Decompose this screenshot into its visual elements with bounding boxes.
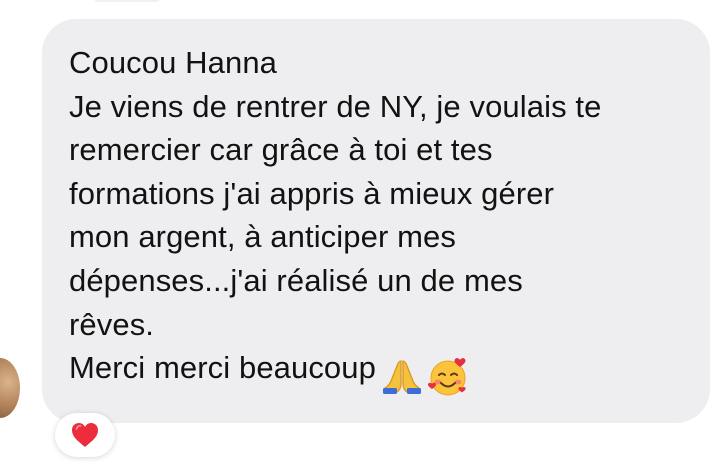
message-line: rêves. [69, 306, 155, 342]
emoji-group [382, 352, 470, 398]
message-line: dépenses...j'ai réalisé un de mes [69, 262, 523, 298]
previous-message-edge [92, 0, 162, 2]
reaction-badge[interactable] [55, 413, 115, 457]
avatar[interactable] [0, 358, 20, 418]
message-thread: Coucou Hanna Je viens de rentrer de NY, … [0, 0, 726, 474]
message-text: Coucou Hanna Je viens de rentrer de NY, … [69, 41, 680, 398]
message-closing: Merci merci beaucoup [69, 350, 376, 386]
message-line: remercier car grâce à toi et tes [69, 132, 493, 168]
message-greeting: Coucou Hanna [69, 45, 278, 80]
message-line: Je viens de rentrer de NY, je voulais te [69, 88, 602, 124]
red-heart-icon [72, 423, 98, 447]
smiling-face-with-hearts-icon [427, 358, 466, 396]
message-closing-line: Merci merci beaucoup [69, 346, 680, 398]
folded-hands-icon [382, 360, 421, 394]
message-line: mon argent, à anticiper mes [69, 219, 456, 255]
message-line: formations j'ai appris à mieux gérer [69, 175, 555, 211]
message-bubble[interactable]: Coucou Hanna Je viens de rentrer de NY, … [42, 19, 710, 423]
